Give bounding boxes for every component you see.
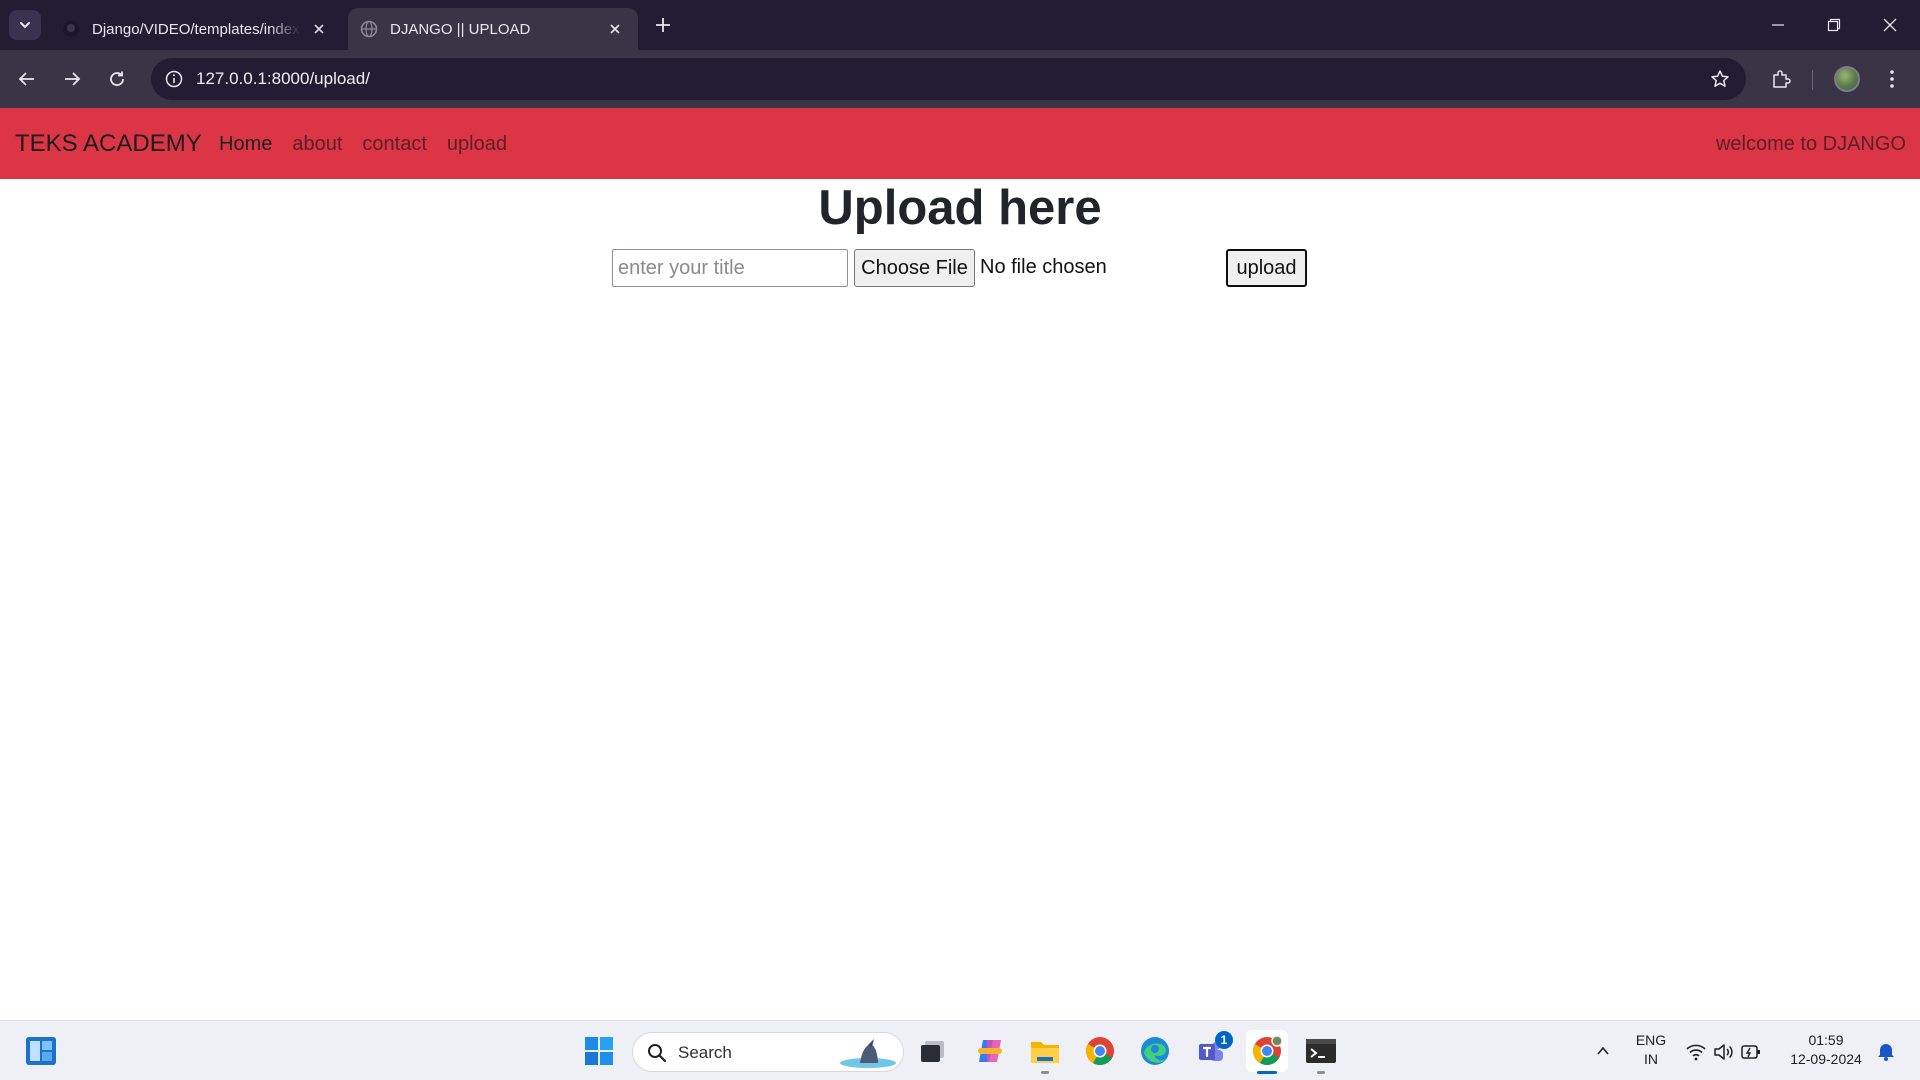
browser-tab-bar: Django/VIDEO/templates/index DJANGO || U… bbox=[0, 0, 1920, 50]
nav-link-home[interactable]: Home bbox=[219, 133, 272, 156]
task-view-button[interactable] bbox=[912, 1030, 954, 1072]
edge-button[interactable] bbox=[1134, 1030, 1176, 1072]
close-tab-icon[interactable] bbox=[604, 18, 626, 40]
title-input[interactable] bbox=[612, 249, 848, 287]
volume-icon bbox=[1714, 1044, 1733, 1060]
chrome-icon bbox=[1253, 1036, 1282, 1065]
show-hidden-icons-button[interactable] bbox=[1582, 1030, 1624, 1072]
copilot-button[interactable] bbox=[969, 1030, 1011, 1072]
wifi-icon bbox=[1686, 1044, 1706, 1061]
puzzle-icon bbox=[1773, 70, 1791, 88]
search-icon bbox=[648, 1044, 667, 1063]
restore-button[interactable] bbox=[1806, 0, 1862, 50]
forward-button[interactable] bbox=[55, 62, 89, 96]
nav-link-upload[interactable]: upload bbox=[447, 133, 507, 156]
notifications-button[interactable] bbox=[1865, 1030, 1907, 1072]
tab-github[interactable]: Django/VIDEO/templates/index bbox=[50, 8, 342, 50]
choose-file-button[interactable]: Choose File bbox=[854, 249, 975, 287]
minimize-icon bbox=[1772, 24, 1784, 26]
file-explorer-button[interactable] bbox=[1024, 1030, 1066, 1074]
taskbar-search[interactable]: Search bbox=[632, 1032, 904, 1072]
reload-icon bbox=[110, 71, 124, 86]
new-tab-button[interactable] bbox=[650, 12, 676, 38]
tab-title: Django/VIDEO/templates/index bbox=[92, 20, 300, 38]
clock-time: 01:59 bbox=[1808, 1032, 1844, 1048]
widgets-button[interactable] bbox=[20, 1030, 62, 1072]
bookmark-star-icon[interactable] bbox=[1708, 67, 1732, 91]
more-vertical-icon bbox=[1890, 70, 1894, 88]
upload-submit-button[interactable]: upload bbox=[1226, 249, 1307, 287]
back-button[interactable] bbox=[10, 62, 44, 96]
brand-link[interactable]: TEKS ACADEMY bbox=[15, 130, 202, 158]
clock-date: 12-09-2024 bbox=[1790, 1051, 1862, 1067]
restore-icon bbox=[1827, 18, 1841, 32]
chrome-button[interactable] bbox=[1079, 1030, 1121, 1072]
globe-icon bbox=[360, 20, 378, 38]
terminal-icon bbox=[1306, 1039, 1336, 1063]
tab-title: DJANGO || UPLOAD bbox=[390, 20, 531, 38]
nav-links: Home about contact upload bbox=[219, 133, 527, 156]
arrow-left-icon bbox=[18, 72, 34, 86]
chevron-down-icon bbox=[20, 22, 30, 29]
close-window-button[interactable] bbox=[1862, 0, 1918, 50]
search-label: Search bbox=[678, 1043, 732, 1062]
chrome-active-button[interactable] bbox=[1246, 1030, 1288, 1074]
terminal-button[interactable] bbox=[1300, 1030, 1342, 1074]
system-tray-status[interactable] bbox=[1686, 1041, 1762, 1063]
copilot-icon bbox=[978, 1040, 1002, 1062]
chevron-up-icon bbox=[1597, 1046, 1609, 1055]
reload-button[interactable] bbox=[100, 62, 134, 96]
tab-django-upload[interactable]: DJANGO || UPLOAD bbox=[348, 8, 638, 50]
url-text[interactable]: 127.0.0.1:8000/upload/ bbox=[196, 69, 370, 89]
profile-button[interactable] bbox=[1831, 63, 1863, 95]
avatar bbox=[1834, 66, 1860, 92]
file-status-text: No file chosen bbox=[980, 256, 1107, 278]
teams-button[interactable]: 1 bbox=[1190, 1030, 1233, 1072]
minimize-button[interactable] bbox=[1750, 0, 1806, 50]
plus-icon bbox=[656, 18, 670, 32]
arrow-right-icon bbox=[65, 72, 81, 86]
browser-toolbar: 127.0.0.1:8000/upload/ bbox=[0, 50, 1920, 108]
start-button[interactable] bbox=[578, 1030, 620, 1072]
toolbar-divider bbox=[1812, 70, 1813, 90]
browser-menu-button[interactable] bbox=[1876, 63, 1908, 95]
widgets-icon bbox=[26, 1037, 56, 1065]
input-language[interactable]: ENG IN bbox=[1628, 1031, 1674, 1069]
clock[interactable]: 01:59 12-09-2024 bbox=[1780, 1031, 1872, 1069]
nav-link-contact[interactable]: contact bbox=[362, 133, 426, 156]
tab-search-button[interactable] bbox=[9, 10, 41, 40]
notification-badge: 1 bbox=[1215, 1031, 1233, 1049]
chrome-icon bbox=[1086, 1037, 1114, 1065]
task-view-icon bbox=[921, 1041, 944, 1062]
language-code: ENG bbox=[1635, 1032, 1667, 1048]
nav-link-about[interactable]: about bbox=[292, 133, 342, 156]
welcome-text: welcome to DJANGO bbox=[1715, 133, 1906, 155]
site-info-icon[interactable] bbox=[161, 66, 187, 92]
address-bar[interactable]: 127.0.0.1:8000/upload/ bbox=[151, 58, 1746, 100]
extensions-button[interactable] bbox=[1765, 63, 1797, 95]
site-navbar: TEKS ACADEMY Home about contact upload w… bbox=[0, 108, 1920, 179]
search-highlight-icon bbox=[840, 1039, 896, 1068]
edge-icon bbox=[1141, 1037, 1169, 1065]
battery-icon bbox=[1741, 1045, 1760, 1059]
close-icon bbox=[1883, 18, 1897, 32]
windows-taskbar: Search 1 ENG IN 01:59 12-09-2024 bbox=[0, 1020, 1920, 1080]
close-tab-icon[interactable] bbox=[308, 18, 330, 40]
page-title: Upload here bbox=[818, 181, 1102, 235]
github-icon bbox=[62, 20, 80, 38]
windows-logo-icon bbox=[585, 1037, 613, 1065]
bell-icon bbox=[1878, 1044, 1894, 1061]
region-code: IN bbox=[1644, 1051, 1658, 1067]
folder-icon bbox=[1031, 1042, 1059, 1063]
